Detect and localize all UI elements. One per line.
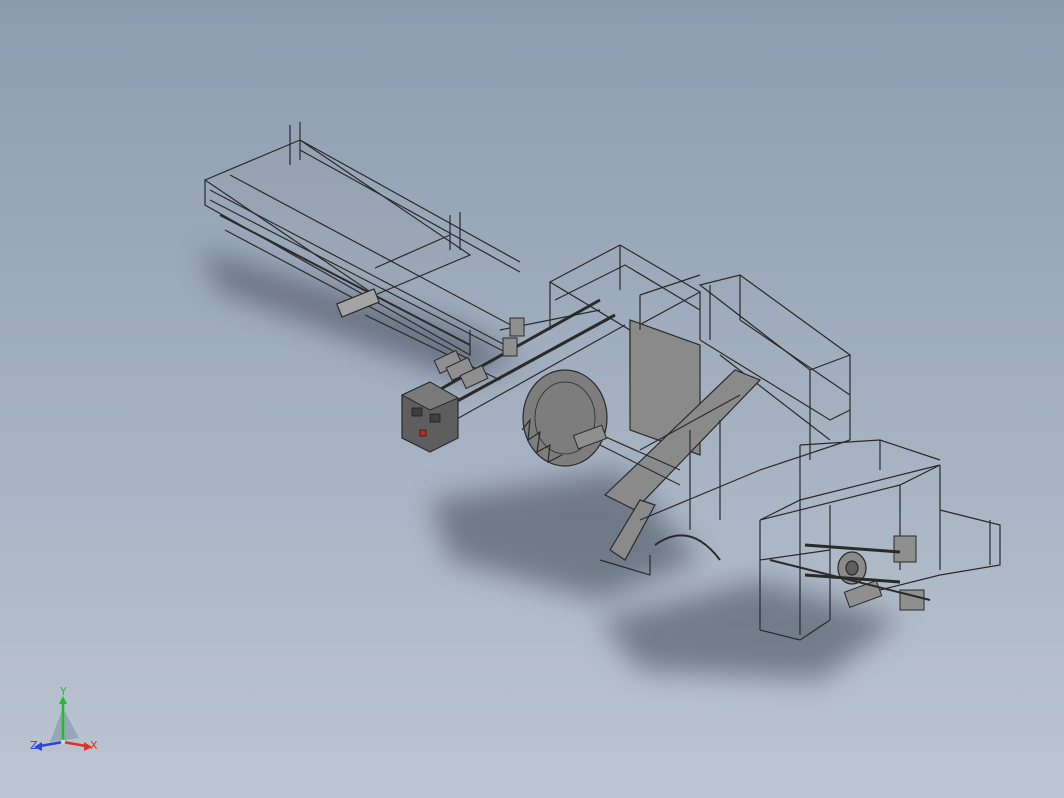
graphics-viewport[interactable]: Y X Z xyxy=(0,0,1064,798)
z-axis-label: Z xyxy=(30,739,38,752)
emergency-stop-button[interactable] xyxy=(419,429,427,437)
x-axis-label: X xyxy=(90,739,98,752)
orientation-triad: Y X Z xyxy=(26,684,106,754)
sawmill-assembly-model[interactable] xyxy=(0,0,1064,798)
y-axis-label: Y xyxy=(60,685,67,698)
saw-blade xyxy=(521,369,608,467)
control-box xyxy=(400,381,460,453)
